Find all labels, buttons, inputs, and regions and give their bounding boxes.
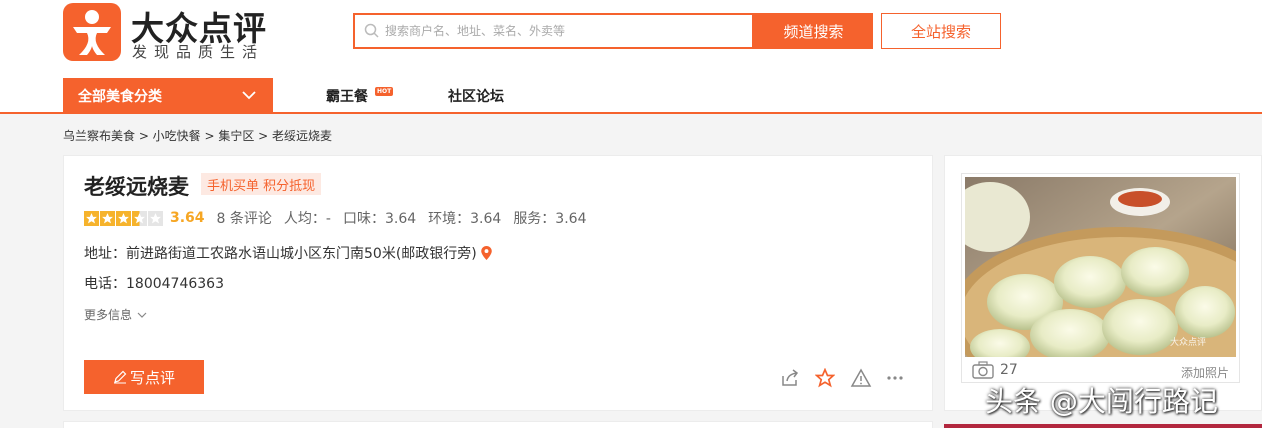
address-text: 地址：前进路街道工农路水语山城小区东门南50米(邮政银行旁) [84,246,477,262]
category-menu-label: 全部美食分类 [78,89,162,105]
search-icon [364,23,379,38]
next-card-accent [944,424,1262,428]
shop-actions [780,367,920,388]
share-icon[interactable] [780,368,815,388]
next-card [63,421,933,428]
brand-slogan: 发现品质生活 [132,43,265,61]
photo-card: 大众点评 27 添加照片 [944,155,1262,411]
photo-count-value: 27 [1000,362,1018,378]
photo-watermark: 大众点评 [1170,336,1206,348]
shop-address: 地址：前进路街道工农路水语山城小区东门南50米(邮政银行旁) [84,243,492,263]
star-icon [100,210,115,226]
site-header: 大众点评 发现品质生活 频道搜索 全站搜索 全部美食分类 霸王餐 HOT 社区论… [0,0,1262,114]
map-pin-icon[interactable] [481,246,492,260]
shop-phone: 电话：18004746363 [84,276,224,292]
report-warning-icon[interactable] [850,368,885,388]
nav-item-bawangcan[interactable]: 霸王餐 [326,86,368,106]
camera-icon [972,361,994,379]
shop-info-card: 老绥远烧麦 手机买单 积分抵现 3.64 8 条评论 人均：- 口味：3.64 … [63,155,933,411]
promo-tag[interactable]: 手机买单 积分抵现 [201,173,322,195]
food-photo[interactable]: 大众点评 [965,177,1236,357]
star-rating [84,210,164,226]
add-photo-link[interactable]: 添加照片 [1181,364,1229,381]
write-review-button[interactable]: 写点评 [84,360,204,394]
nav-item-forum[interactable]: 社区论坛 [448,86,504,106]
hot-badge: HOT [375,87,394,96]
shop-name: 老绥远烧麦 [84,175,189,199]
star-icon [84,210,99,226]
avg-price: 人均：- [283,211,331,227]
toutiao-watermark: 头条 @大闯行路记 [985,385,1218,418]
favorite-star-icon[interactable] [814,367,850,388]
star-empty-icon [148,210,163,226]
star-icon [116,210,131,226]
rating-score: 3.64 [170,210,205,226]
write-review-label: 写点评 [129,368,175,387]
more-dots-icon[interactable] [885,368,920,388]
breadcrumb[interactable]: 乌兰察布美食 > 小吃快餐 > 集宁区 > 老绥远烧麦 [63,127,332,144]
site-search-button[interactable]: 全站搜索 [881,13,1001,49]
photo-frame[interactable]: 大众点评 27 添加照片 [961,173,1240,383]
dianping-logo-icon[interactable] [63,3,121,61]
environment-score: 环境：3.64 [428,211,502,227]
channel-search-button[interactable]: 频道搜索 [754,13,873,49]
more-info-label: 更多信息 [84,308,133,322]
more-info-toggle[interactable]: 更多信息 [84,306,147,323]
review-count[interactable]: 8 条评论 [217,208,272,228]
rating-row: 3.64 8 条评论 人均：- 口味：3.64 环境：3.64 服务：3.64 [84,209,598,227]
service-score: 服务：3.64 [513,211,587,227]
all-food-category-menu[interactable]: 全部美食分类 [63,78,273,112]
search-input[interactable] [385,15,745,47]
star-half-icon [132,210,147,226]
nav-divider [0,112,1262,114]
taste-score: 口味：3.64 [342,211,417,227]
chevron-down-icon [137,312,147,318]
pencil-icon [113,370,127,384]
photo-count[interactable]: 27 [972,361,1018,379]
chevron-down-icon [242,91,256,100]
search-box[interactable] [353,13,754,49]
